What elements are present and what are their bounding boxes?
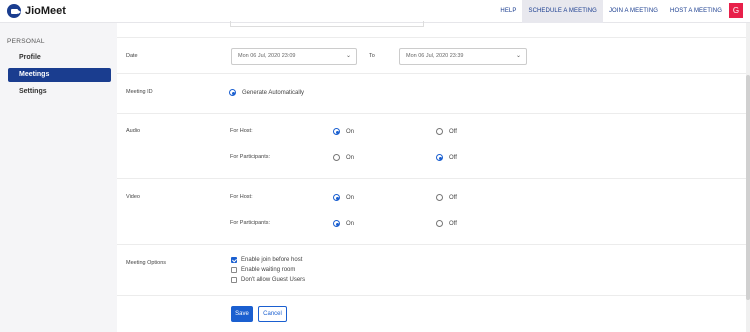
audio-participants-off-option[interactable]: Off — [436, 154, 457, 161]
video-host-on-radio[interactable] — [333, 194, 340, 201]
audio-host-on-label: On — [346, 128, 355, 135]
previous-field-box — [230, 21, 424, 27]
video-host-off-option[interactable]: Off — [436, 194, 457, 201]
divider — [117, 73, 746, 74]
audio-host-label: For Host: — [230, 128, 253, 134]
divider — [117, 178, 746, 179]
video-host-label: For Host: — [230, 194, 253, 200]
video-participants-on-label: On — [346, 220, 355, 227]
end-date-select[interactable]: Mon 06 Jul, 2020 23:39 ⌄ — [399, 48, 527, 65]
audio-participants-label: For Participants: — [230, 154, 271, 160]
no-guest-users-label: Don't allow Guest Users — [241, 277, 306, 283]
scrollbar[interactable] — [746, 23, 750, 332]
audio-host-off-label: Off — [449, 128, 457, 135]
video-host-on-option[interactable]: On — [333, 194, 354, 201]
meeting-options-label: Meeting Options — [126, 260, 167, 266]
sidebar-item-meetings[interactable]: Meetings — [8, 68, 111, 82]
chevron-down-icon: ⌄ — [515, 53, 521, 59]
join-before-host-option[interactable]: Enable join before host — [231, 257, 302, 263]
top-nav: HELP SCHEDULE A MEETING JOIN A MEETING H… — [494, 0, 728, 23]
nav-help[interactable]: HELP — [494, 0, 522, 23]
date-label: Date — [126, 53, 138, 59]
nav-schedule-meeting[interactable]: SCHEDULE A MEETING — [522, 0, 603, 23]
generate-automatically-radio[interactable] — [229, 89, 236, 96]
app-name: JioMeet — [25, 5, 66, 17]
audio-participants-on-radio[interactable] — [333, 154, 340, 161]
to-label: To — [369, 53, 375, 59]
save-button[interactable]: Save — [231, 306, 253, 322]
sidebar-item-settings[interactable]: Settings — [8, 85, 111, 99]
audio-participants-on-option[interactable]: On — [333, 154, 354, 161]
video-host-on-label: On — [346, 194, 355, 201]
join-before-host-checkbox[interactable] — [231, 257, 237, 263]
video-participants-on-radio[interactable] — [333, 220, 340, 227]
audio-host-on-option[interactable]: On — [333, 128, 354, 135]
video-camera-icon — [7, 4, 21, 18]
audio-participants-off-label: Off — [449, 154, 457, 161]
avatar[interactable]: G — [729, 3, 743, 18]
sidebar-item-profile[interactable]: Profile — [8, 51, 111, 65]
divider — [117, 244, 746, 245]
waiting-room-label: Enable waiting room — [241, 267, 296, 273]
cancel-button[interactable]: Cancel — [258, 306, 287, 322]
nav-join-meeting[interactable]: JOIN A MEETING — [603, 0, 664, 23]
audio-host-off-option[interactable]: Off — [436, 128, 457, 135]
chevron-down-icon: ⌄ — [345, 53, 351, 59]
meeting-id-label: Meeting ID — [126, 89, 153, 95]
generate-automatically-option[interactable]: Generate Automatically — [229, 89, 304, 96]
video-host-off-radio[interactable] — [436, 194, 443, 201]
app-logo[interactable]: JioMeet — [7, 4, 66, 18]
waiting-room-option[interactable]: Enable waiting room — [231, 267, 295, 273]
audio-host-on-radio[interactable] — [333, 128, 340, 135]
divider — [117, 113, 746, 114]
start-date-select[interactable]: Mon 06 Jul, 2020 23:09 ⌄ — [231, 48, 357, 65]
divider — [117, 37, 746, 38]
no-guest-users-checkbox[interactable] — [231, 277, 237, 283]
generate-automatically-label: Generate Automatically — [242, 89, 305, 96]
nav-host-meeting[interactable]: HOST A MEETING — [664, 0, 728, 23]
audio-participants-on-label: On — [346, 154, 355, 161]
start-date-value: Mon 06 Jul, 2020 23:09 — [238, 53, 296, 59]
divider — [117, 295, 746, 296]
sidebar: PERSONAL Profile Meetings Settings — [0, 23, 117, 332]
end-date-value: Mon 06 Jul, 2020 23:39 — [406, 53, 464, 59]
video-participants-off-radio[interactable] — [436, 220, 443, 227]
video-participants-label: For Participants: — [230, 220, 271, 226]
sidebar-section-title: PERSONAL — [7, 38, 45, 45]
join-before-host-label: Enable join before host — [241, 257, 303, 263]
scrollbar-thumb[interactable] — [746, 75, 750, 300]
audio-host-off-radio[interactable] — [436, 128, 443, 135]
schedule-meeting-form: Date Mon 06 Jul, 2020 23:09 ⌄ To Mon 06 … — [117, 21, 746, 332]
waiting-room-checkbox[interactable] — [231, 267, 237, 273]
video-label: Video — [126, 194, 140, 200]
video-participants-off-option[interactable]: Off — [436, 220, 457, 227]
top-header: JioMeet HELP SCHEDULE A MEETING JOIN A M… — [0, 0, 750, 23]
audio-label: Audio — [126, 128, 141, 134]
no-guest-users-option[interactable]: Don't allow Guest Users — [231, 277, 305, 283]
video-participants-on-option[interactable]: On — [333, 220, 354, 227]
audio-participants-off-radio[interactable] — [436, 154, 443, 161]
video-participants-off-label: Off — [449, 220, 457, 227]
video-host-off-label: Off — [449, 194, 457, 201]
